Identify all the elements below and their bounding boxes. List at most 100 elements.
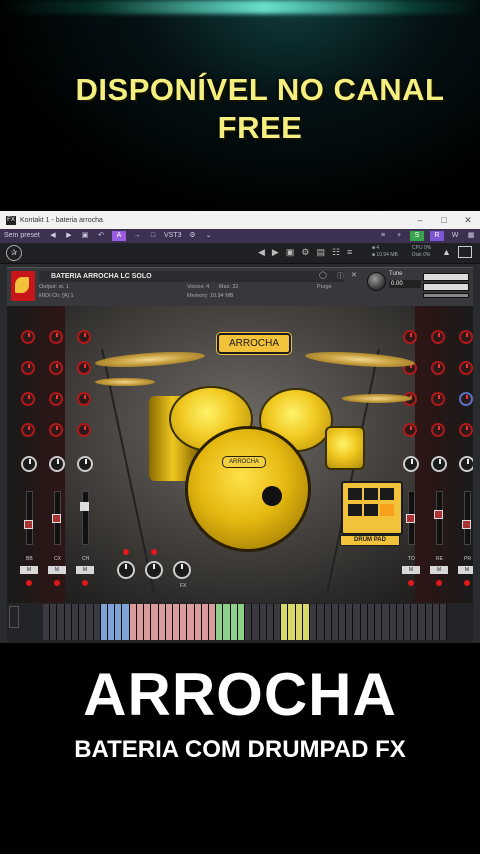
fx-knob-2[interactable] [145, 561, 163, 579]
mute-button-pr[interactable]: M [458, 566, 473, 574]
crash-cymbal-right[interactable] [304, 349, 416, 370]
pad-1[interactable] [348, 488, 362, 500]
right-knob-2[interactable] [431, 330, 445, 344]
purge-button[interactable]: Purge [317, 283, 332, 291]
fx-knob-1[interactable] [117, 561, 135, 579]
left-knob-10[interactable] [21, 423, 35, 437]
preset-dropdown[interactable]: Sem preset [4, 231, 42, 241]
keyboard-icon[interactable]: ☷ [332, 247, 340, 258]
snapshot-camera-icon[interactable]: ◯ [319, 271, 327, 279]
left-knob-4[interactable] [21, 361, 35, 375]
close-instrument-icon[interactable]: ✕ [351, 271, 357, 279]
midi-row[interactable]: MIDI Ch: [A] 1 [39, 292, 74, 300]
right-knob-1[interactable] [403, 330, 417, 344]
mute-button-to[interactable]: M [402, 566, 420, 574]
preset-next-icon[interactable]: ▶ [64, 231, 74, 241]
pad-3[interactable] [380, 488, 394, 500]
solo-dot-cx[interactable] [54, 580, 60, 586]
maximize-icon[interactable]: □ [432, 211, 456, 229]
solo-dot-pr[interactable] [464, 580, 470, 586]
settings-icon[interactable]: ⚙ [188, 231, 198, 241]
side-tom[interactable] [325, 426, 365, 470]
mute-button-bb[interactable]: M [20, 566, 38, 574]
save-icon[interactable]: ▣ [80, 231, 90, 241]
tune-knob[interactable] [367, 272, 386, 291]
preset-prev-icon[interactable]: ◀ [48, 231, 58, 241]
info-icon[interactable]: ⓘ [337, 271, 344, 281]
mute-button-ch[interactable]: M [76, 566, 94, 574]
pitch-wheel[interactable] [9, 606, 19, 634]
pad-2[interactable] [364, 488, 378, 500]
plus-icon[interactable]: + [394, 231, 404, 241]
pad-4[interactable] [348, 504, 362, 516]
next-instrument-icon[interactable]: ▶ [272, 247, 279, 258]
hihat-cymbal[interactable] [95, 378, 155, 386]
right-knob-5[interactable] [431, 361, 445, 375]
fader-to[interactable] [406, 491, 415, 545]
kick-drum[interactable] [185, 426, 311, 552]
fader-cx[interactable] [52, 491, 61, 545]
solo-dot-ch[interactable] [82, 580, 88, 586]
instrument-name[interactable]: BATERIA ARROCHA LC SOLO [39, 271, 344, 282]
fader-re[interactable] [434, 491, 443, 545]
left-knob-8[interactable] [49, 392, 63, 406]
right-knob-12[interactable] [459, 423, 473, 437]
right-pan-knob-1[interactable] [403, 456, 419, 472]
drum-pad-label[interactable]: DRUM PAD [340, 535, 400, 546]
left-knob-2[interactable] [49, 330, 63, 344]
minimize-icon[interactable]: – [408, 211, 432, 229]
crash-cymbal-left[interactable] [94, 349, 206, 370]
right-knob-8[interactable] [431, 392, 445, 406]
close-icon[interactable]: ✕ [456, 211, 480, 229]
left-pan-knob-3[interactable] [77, 456, 93, 472]
solo-dot-bb[interactable] [26, 580, 32, 586]
left-knob-11[interactable] [49, 423, 63, 437]
right-pan-knob-2[interactable] [431, 456, 447, 472]
undo-icon[interactable]: ↶ [96, 231, 106, 241]
tune-value[interactable]: 0.00 [389, 280, 421, 288]
left-knob-5[interactable] [49, 361, 63, 375]
left-knob-1[interactable] [21, 330, 35, 344]
collapse-icon[interactable]: ▦ [466, 231, 476, 241]
left-knob-12[interactable] [77, 423, 91, 437]
options-gear-icon[interactable]: ⚙ [301, 247, 309, 258]
right-knob-9[interactable] [459, 392, 473, 406]
sidechain-button[interactable]: S [410, 231, 424, 241]
mute-button-re[interactable]: M [430, 566, 448, 574]
automation-button[interactable]: A [112, 231, 126, 241]
sliders-icon[interactable]: ≡ [347, 247, 352, 258]
menu-icon[interactable]: ≡ [378, 231, 388, 241]
routing-button[interactable]: R [430, 231, 444, 241]
left-knob-9[interactable] [77, 392, 91, 406]
ride-cymbal[interactable] [342, 394, 412, 403]
solo-dot-re[interactable] [436, 580, 442, 586]
left-knob-3[interactable] [77, 330, 91, 344]
mute-button-cx[interactable]: M [48, 566, 66, 574]
right-knob-11[interactable] [431, 423, 445, 437]
left-knob-7[interactable] [21, 392, 35, 406]
panel-icon[interactable] [458, 246, 472, 258]
disk-icon[interactable]: ▣ [286, 247, 295, 258]
prev-instrument-icon[interactable]: ◀ [258, 247, 265, 258]
left-pan-knob-1[interactable] [21, 456, 37, 472]
fader-pr[interactable] [462, 491, 471, 545]
left-knob-6[interactable] [77, 361, 91, 375]
fx-dot-2[interactable] [151, 549, 157, 555]
wrench-icon[interactable]: ⌄ [204, 231, 214, 241]
fader-bb[interactable] [24, 491, 33, 545]
rack-icon[interactable]: ▤ [316, 247, 325, 258]
output-row[interactable]: Output: st. 1 [39, 283, 69, 291]
right-knob-10[interactable] [403, 423, 417, 437]
right-pan-knob-3[interactable] [459, 456, 473, 472]
pad-6[interactable] [380, 504, 394, 516]
pad-5[interactable] [364, 504, 378, 516]
piano-keyboard[interactable] [43, 604, 448, 640]
pan-slider[interactable] [423, 293, 469, 298]
wrapper-button[interactable]: W [450, 231, 460, 241]
right-knob-6[interactable] [459, 361, 473, 375]
solo-dot-to[interactable] [408, 580, 414, 586]
record-icon[interactable]: □ [148, 231, 158, 241]
fx-knob-3[interactable] [173, 561, 191, 579]
fx-dot-1[interactable] [123, 549, 129, 555]
fader-ch[interactable] [80, 491, 89, 545]
